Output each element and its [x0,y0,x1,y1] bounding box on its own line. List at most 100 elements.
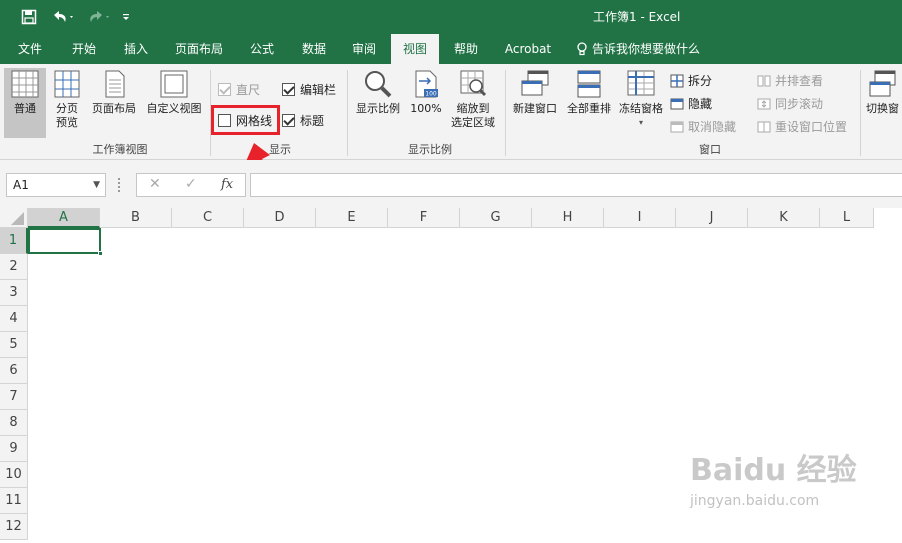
arrange-all-button[interactable]: 全部重排 [563,68,615,138]
zoom-button[interactable]: 显示比例 [350,68,406,138]
row-header-12[interactable]: 12 [0,514,28,540]
row-header-11[interactable]: 11 [0,488,28,514]
headings-check-box[interactable] [282,114,295,127]
tab-acrobat[interactable]: Acrobat [497,34,559,64]
column-header-d[interactable]: D [244,208,316,228]
save-icon[interactable] [18,7,40,27]
tab-file[interactable]: 文件 [8,34,52,64]
ribbon-tabs: 文件 开始 插入 页面布局 公式 数据 审阅 视图 帮助 Acrobat 告诉我… [0,34,902,64]
select-all-corner[interactable] [0,208,28,228]
column-header-b[interactable]: B [100,208,172,228]
row-header-8[interactable]: 8 [0,410,28,436]
undo-icon[interactable] [48,7,78,27]
name-box-dropdown-icon[interactable]: ▼ [93,174,100,196]
sync-scroll-button: 同步滚动 [757,95,823,112]
switch-windows-label: 切换窗 [866,102,899,115]
tab-insert[interactable]: 插入 [114,34,158,64]
normal-view-button[interactable]: 普通 [4,68,46,138]
freeze-panes-button[interactable]: 冻结窗格 ▾ [615,68,667,138]
page-break-label-1: 分页 [56,102,78,115]
side-by-side-label: 并排查看 [775,74,824,88]
column-header-a[interactable]: A [28,208,100,228]
row-header-5[interactable]: 5 [0,332,28,358]
custom-views-icon [160,70,188,98]
formula-input[interactable] [250,173,902,197]
zoom-selection-label-2: 选定区域 [451,116,495,129]
hide-button[interactable]: 隐藏 [670,95,712,112]
insert-function-icon[interactable]: fx [221,177,233,192]
tab-data[interactable]: 数据 [292,34,336,64]
column-header-k[interactable]: K [748,208,820,228]
formula-bar: A1 ▼ ✕ ✓ fx [0,160,902,208]
row-header-9[interactable]: 9 [0,436,28,462]
row-header-2[interactable]: 2 [0,254,28,280]
watermark-brand: Baidu 经验 [690,453,857,488]
column-header-c[interactable]: C [172,208,244,228]
workbook-views-group-label: 工作簿视图 [92,143,148,156]
arrange-all-icon [577,70,601,98]
column-header-g[interactable]: G [460,208,532,228]
column-header-e[interactable]: E [316,208,388,228]
separator [347,70,348,156]
window-title: 工作簿1 - Excel [593,10,681,24]
cancel-icon[interactable]: ✕ [149,176,161,192]
unhide-button: 取消隐藏 [670,118,736,135]
column-header-f[interactable]: F [388,208,460,228]
formula-bar-check-box[interactable] [282,83,295,96]
tab-formulas[interactable]: 公式 [240,34,284,64]
tab-page-layout[interactable]: 页面布局 [168,34,230,64]
select-all-triangle-icon [11,212,24,225]
name-box-value: A1 [13,178,29,192]
tell-me-label: 告诉我你想要做什么 [592,42,701,56]
zoom-label: 显示比例 [356,102,400,115]
tab-view[interactable]: 视图 [391,34,439,64]
row-header-1[interactable]: 1 [0,228,28,254]
zoom-selection-label-1: 缩放到 [456,102,490,115]
baidu-watermark: Baidu 经验 jingyan.baidu.com [690,445,890,525]
formula-buttons: ✕ ✓ fx [136,173,246,197]
row-header-7[interactable]: 7 [0,384,28,410]
row-header-3[interactable]: 3 [0,280,28,306]
row-header-10[interactable]: 10 [0,462,28,488]
active-cell[interactable] [28,228,101,254]
sync-scroll-icon [757,98,771,109]
unhide-label: 取消隐藏 [688,120,737,134]
row-header-4[interactable]: 4 [0,306,28,332]
custom-views-label: 自定义视图 [146,102,202,115]
page-layout-view-button[interactable]: 页面布局 [88,68,140,138]
separator [505,70,506,156]
reset-window-position-button: 重设窗口位置 [757,118,847,135]
name-box[interactable]: A1 ▼ [6,173,106,197]
enter-icon[interactable]: ✓ [185,176,197,192]
customize-toolbar-icon[interactable] [118,7,134,27]
new-window-button[interactable]: 新建窗口 [508,68,562,138]
page-break-preview-button[interactable]: 分页 预览 [49,68,85,138]
tab-review[interactable]: 审阅 [342,34,386,64]
sync-scroll-label: 同步滚动 [775,97,824,111]
new-window-icon [521,70,549,96]
tab-help[interactable]: 帮助 [444,34,488,64]
column-header-h[interactable]: H [532,208,604,228]
zoom-100-button[interactable]: 100 100% [408,68,444,138]
tab-home[interactable]: 开始 [62,34,106,64]
zoom-to-selection-button[interactable]: 缩放到 选定区域 [446,68,500,138]
split-label: 拆分 [688,74,713,88]
switch-windows-button[interactable]: 切换窗 [863,68,902,138]
column-header-j[interactable]: J [676,208,748,228]
redo-icon [84,7,114,27]
formula-bar-checkbox[interactable]: 编辑栏 [282,81,336,98]
row-header-6[interactable]: 6 [0,358,28,384]
title-bar: 工作簿1 - Excel [0,0,902,34]
custom-views-button[interactable]: 自定义视图 [142,68,206,138]
side-by-side-icon [757,75,771,86]
reset-position-label: 重设窗口位置 [775,120,848,134]
magnifier-icon [365,71,392,98]
tell-me-search[interactable]: 告诉我你想要做什么 [576,34,710,64]
split-button[interactable]: 拆分 [670,72,712,89]
column-header-i[interactable]: I [604,208,676,228]
fill-handle[interactable] [98,251,103,256]
switch-windows-icon [869,70,895,97]
headings-checkbox[interactable]: 标题 [282,112,324,129]
column-header-l[interactable]: L [820,208,874,228]
normal-view-label: 普通 [14,102,36,115]
